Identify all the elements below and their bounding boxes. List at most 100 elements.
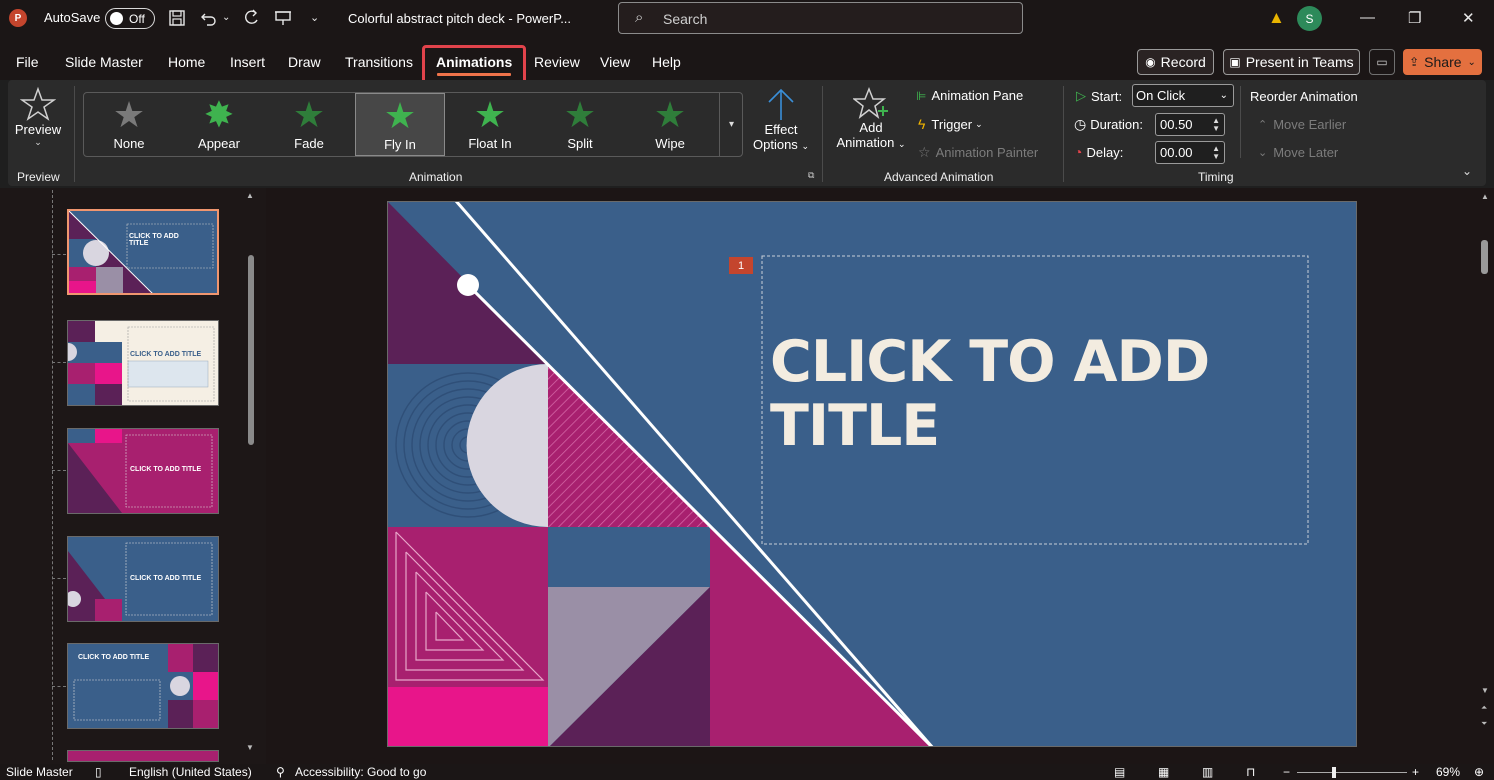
redo-icon[interactable] bbox=[242, 9, 260, 32]
zoom-slider[interactable] bbox=[1297, 772, 1407, 773]
gallery-more-button[interactable]: ▾ bbox=[719, 93, 743, 156]
divider bbox=[74, 86, 75, 182]
stepper-arrows-icon[interactable]: ▲ ▼ bbox=[1212, 144, 1220, 161]
start-row: ▷ Start: bbox=[1076, 88, 1122, 104]
customize-qat-icon[interactable]: ⌄ bbox=[310, 9, 319, 27]
undo-icon[interactable] bbox=[200, 9, 218, 32]
effect-label: Appear bbox=[198, 136, 240, 151]
effect-split[interactable]: ★ Split bbox=[535, 93, 625, 156]
effect-options-line1: Effect bbox=[764, 122, 798, 137]
canvas-scrollbar[interactable]: ▲ ▼ ⏶ ⏷ bbox=[1476, 188, 1494, 764]
delay-stepper[interactable]: 00.00 ▲ ▼ bbox=[1155, 141, 1225, 164]
minimize-icon[interactable]: — bbox=[1360, 9, 1375, 26]
effect-fade[interactable]: ★ Fade bbox=[264, 93, 354, 156]
notes-book-icon[interactable]: ▯ bbox=[95, 765, 102, 779]
zoom-level[interactable]: 69% bbox=[1436, 765, 1460, 779]
thumbnail-scrollbar[interactable]: ▲ ▼ bbox=[245, 191, 257, 755]
toggle-knob bbox=[110, 12, 123, 25]
slide-thumbnail-3[interactable]: CLICK TO ADD TITLE bbox=[67, 428, 219, 514]
zoom-slider-thumb[interactable] bbox=[1332, 767, 1336, 778]
add-animation-button[interactable]: Add Animation ⌄ bbox=[830, 86, 912, 166]
dialog-launcher-icon[interactable]: ⧉ bbox=[808, 170, 814, 181]
restore-icon[interactable]: ❐ bbox=[1408, 9, 1421, 27]
slide-thumbnail-6-partial[interactable] bbox=[67, 750, 219, 762]
scroll-down-icon[interactable]: ▼ bbox=[246, 743, 254, 752]
tab-slide-master[interactable]: Slide Master bbox=[65, 54, 143, 70]
comment-icon: ▭ bbox=[1376, 55, 1388, 69]
slide-thumbnail-4[interactable]: CLICK TO ADD TITLE bbox=[67, 536, 219, 622]
autosave-state: Off bbox=[129, 11, 145, 26]
normal-view-icon[interactable]: ▤ bbox=[1114, 765, 1125, 779]
effect-wipe[interactable]: ★ Wipe bbox=[625, 93, 715, 156]
effect-appear[interactable]: ✸ Appear bbox=[174, 93, 264, 156]
tab-draw[interactable]: Draw bbox=[288, 54, 321, 70]
stepper-arrows-icon[interactable]: ▲ ▼ bbox=[1212, 116, 1220, 133]
next-slide-icon[interactable]: ⏷ bbox=[1481, 719, 1487, 729]
save-icon[interactable] bbox=[168, 9, 186, 32]
slide-thumbnail-5[interactable]: CLICK TO ADD TITLE bbox=[67, 643, 219, 729]
reading-view-icon[interactable]: ▥ bbox=[1202, 765, 1213, 779]
scroll-thumb[interactable] bbox=[1481, 240, 1488, 274]
present-in-teams-button[interactable]: ▣ Present in Teams bbox=[1223, 49, 1360, 75]
scroll-thumb[interactable] bbox=[248, 255, 254, 445]
tab-file[interactable]: File bbox=[16, 54, 39, 70]
move-later-button[interactable]: ⌄ Move Later bbox=[1258, 145, 1338, 160]
search-input[interactable]: ⌕ Search bbox=[618, 2, 1023, 34]
add-animation-line1: Add bbox=[859, 120, 883, 135]
share-button[interactable]: ⇪ Share ⌄ bbox=[1403, 49, 1482, 75]
preview-button[interactable]: Preview ⌄ bbox=[12, 86, 64, 164]
more-icon: ▾ bbox=[728, 119, 735, 130]
tab-transitions[interactable]: Transitions bbox=[345, 54, 413, 70]
preview-star-icon bbox=[20, 86, 56, 121]
duration-stepper[interactable]: 00.50 ▲ ▼ bbox=[1155, 113, 1225, 136]
share-icon: ⇪ bbox=[1409, 55, 1420, 69]
comments-button[interactable]: ▭ bbox=[1369, 49, 1395, 75]
present-icon[interactable] bbox=[274, 9, 292, 32]
start-dropdown[interactable]: On Click ⌄ bbox=[1132, 84, 1234, 107]
slideshow-icon[interactable]: ⊓ bbox=[1246, 765, 1255, 779]
effect-label: Fly In bbox=[384, 137, 416, 152]
scroll-up-icon[interactable]: ▲ bbox=[1481, 192, 1489, 201]
effect-float-in[interactable]: ★ Float In bbox=[445, 93, 535, 156]
delay-value: 00.00 bbox=[1160, 145, 1193, 160]
tab-view[interactable]: View bbox=[600, 54, 630, 70]
layout-connector bbox=[52, 254, 66, 255]
slide-editor[interactable]: 1 CLICK TO ADD TITLE bbox=[387, 201, 1357, 747]
slide-thumbnail-2[interactable]: CLICK TO ADD TITLE bbox=[67, 320, 219, 406]
zoom-in-icon[interactable]: + bbox=[1412, 765, 1419, 779]
slide-title-placeholder[interactable]: CLICK TO ADD TITLE bbox=[770, 330, 1290, 458]
animation-painter-button[interactable]: ☆ Animation Painter bbox=[918, 144, 1038, 161]
undo-dropdown-icon[interactable]: ⌄ bbox=[222, 9, 230, 27]
effect-fly-in[interactable]: ★ Fly In bbox=[355, 93, 445, 156]
accessibility-label[interactable]: Accessibility: Good to go bbox=[295, 765, 426, 779]
scroll-down-icon[interactable]: ▼ bbox=[1481, 686, 1489, 695]
warning-icon[interactable]: ▲ bbox=[1268, 8, 1285, 28]
close-icon[interactable]: ✕ bbox=[1462, 9, 1475, 27]
move-earlier-button[interactable]: ⌃ Move Earlier bbox=[1258, 117, 1346, 132]
tab-review[interactable]: Review bbox=[534, 54, 580, 70]
scroll-up-icon[interactable]: ▲ bbox=[246, 191, 254, 200]
previous-slide-icon[interactable]: ⏶ bbox=[1481, 703, 1487, 713]
thumbnail-title: CLICK TO ADD TITLE bbox=[129, 233, 179, 247]
slide-sorter-icon[interactable]: ▦ bbox=[1158, 765, 1169, 779]
language-label[interactable]: English (United States) bbox=[129, 765, 252, 779]
document-title: Colorful abstract pitch deck - PowerP... bbox=[348, 11, 572, 26]
fit-to-window-icon[interactable]: ⊕ bbox=[1474, 765, 1484, 779]
add-animation-star-icon bbox=[853, 86, 888, 119]
autosave-toggle[interactable]: Off bbox=[105, 8, 155, 29]
animation-pane-button[interactable]: ⊫ Animation Pane bbox=[916, 88, 1023, 103]
thumbnail-graphic bbox=[69, 211, 214, 293]
effect-options-button[interactable]: Effect Options ⌄ bbox=[748, 86, 814, 166]
collapse-ribbon-icon[interactable]: ⌄ bbox=[1462, 164, 1472, 178]
accessibility-icon[interactable]: ⚲ bbox=[276, 765, 285, 779]
avatar[interactable]: S bbox=[1297, 6, 1322, 31]
tab-insert[interactable]: Insert bbox=[230, 54, 265, 70]
zoom-out-icon[interactable]: − bbox=[1283, 765, 1290, 779]
slide-thumbnail-1[interactable]: CLICK TO ADD TITLE bbox=[67, 209, 219, 295]
effect-none[interactable]: ★ None bbox=[84, 93, 174, 156]
tab-home[interactable]: Home bbox=[168, 54, 205, 70]
tab-help[interactable]: Help bbox=[652, 54, 681, 70]
animation-order-badge[interactable]: 1 bbox=[729, 257, 753, 274]
record-button[interactable]: ◉ Record bbox=[1137, 49, 1214, 75]
trigger-button[interactable]: ϟ Trigger ⌄ bbox=[918, 116, 983, 132]
